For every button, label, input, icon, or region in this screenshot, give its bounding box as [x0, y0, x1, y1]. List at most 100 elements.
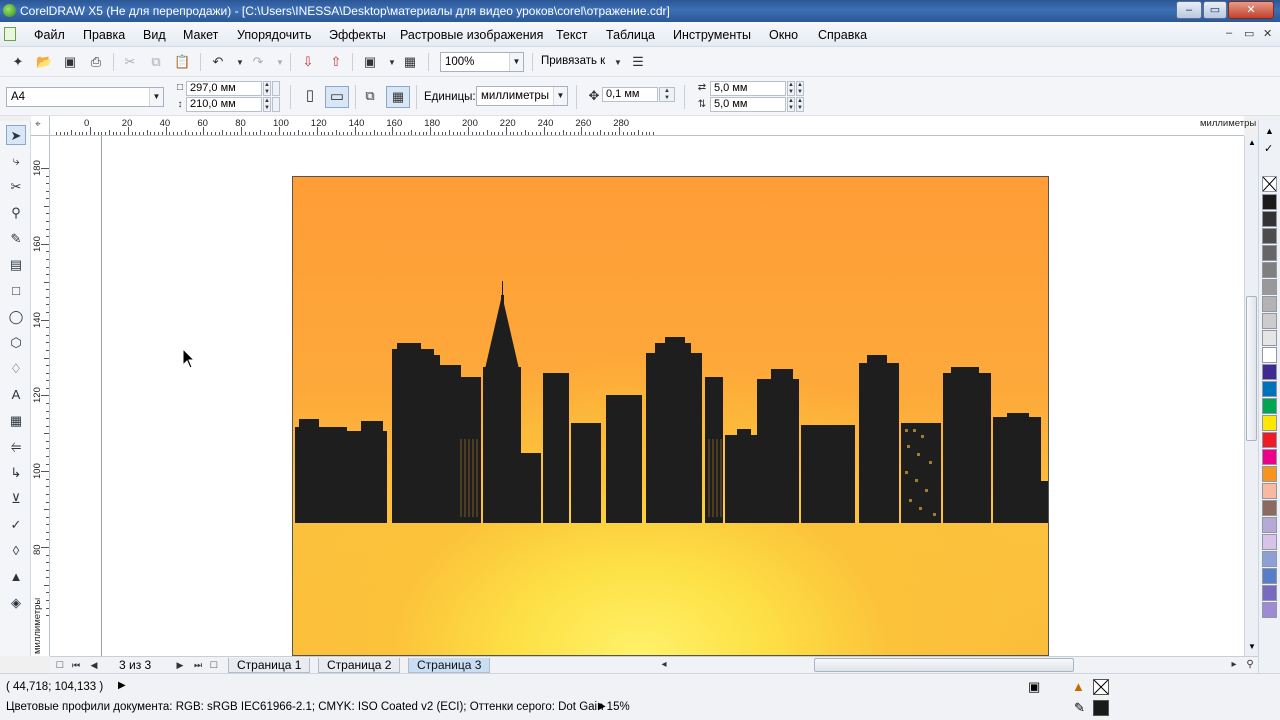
color-swatch[interactable]	[1262, 211, 1277, 227]
nudge-distance-spinner[interactable]: ▲ ▼	[659, 87, 675, 102]
snap-dropdown-icon[interactable]: ▼	[610, 55, 626, 71]
duplicate-x-spinner-2[interactable]: ▲ ▼	[796, 81, 804, 96]
snap-status-icon[interactable]: ▣	[1028, 679, 1040, 695]
undo-icon[interactable]: ↶	[210, 54, 226, 70]
menu-layout[interactable]: Макет	[183, 28, 218, 42]
color-swatch[interactable]	[1262, 500, 1277, 516]
color-profiles-expand-icon[interactable]: ▶	[598, 701, 606, 712]
menu-view[interactable]: Вид	[143, 28, 166, 42]
scroll-up-icon[interactable]: ▲	[1248, 138, 1256, 147]
connector-tool-icon[interactable]: ↳	[6, 463, 26, 483]
page-height-lock[interactable]	[272, 97, 280, 112]
color-swatch[interactable]	[1262, 262, 1277, 278]
palette-eyedropper-icon[interactable]: ✓	[1264, 142, 1273, 155]
doc-restore-button[interactable]: ▭	[1244, 27, 1254, 40]
duplicate-y-spinner[interactable]: ▲ ▼	[787, 97, 795, 112]
color-swatch[interactable]	[1262, 466, 1277, 482]
launcher-dropdown-icon[interactable]: ▼	[384, 55, 400, 71]
color-swatch[interactable]	[1262, 568, 1277, 584]
menu-tools[interactable]: Инструменты	[673, 28, 751, 42]
page-tab-3[interactable]: Страница 3	[408, 658, 491, 673]
page-tab-1[interactable]: Страница 1	[228, 658, 311, 673]
fill-status-icon[interactable]: ▲	[1072, 679, 1085, 694]
add-page-before-icon[interactable]: □	[52, 657, 68, 673]
page-tab-2[interactable]: Страница 2	[318, 658, 401, 673]
page-width-input[interactable]: 297,0 мм	[186, 81, 262, 96]
text-tool-icon[interactable]: A	[6, 385, 26, 405]
welcome-screen-icon[interactable]: ▦	[402, 54, 418, 70]
color-swatch[interactable]	[1262, 330, 1277, 346]
color-swatch[interactable]	[1262, 228, 1277, 244]
open-icon[interactable]: 📂	[36, 54, 52, 70]
minimize-button[interactable]: –	[1176, 1, 1202, 19]
page-width-lock[interactable]	[272, 81, 280, 96]
menu-arrange[interactable]: Упорядочить	[237, 28, 311, 42]
all-pages-icon[interactable]: ⧉	[362, 88, 378, 104]
skyline-silhouette[interactable]	[293, 177, 1049, 656]
color-swatch[interactable]	[1262, 517, 1277, 533]
interactive-fill-tool-icon[interactable]: ◈	[6, 593, 26, 613]
shape-tool-icon[interactable]: ⤷	[6, 151, 26, 171]
navigator-icon[interactable]: ⚲	[1242, 657, 1258, 673]
import-icon[interactable]: ⇩	[300, 54, 316, 70]
menu-help[interactable]: Справка	[818, 28, 867, 42]
coordinates-expand-icon[interactable]: ▶	[118, 680, 126, 691]
color-swatch[interactable]	[1262, 602, 1277, 618]
palette-scroll-up-icon[interactable]: ▲	[1265, 126, 1274, 136]
horizontal-scroll-thumb[interactable]	[814, 658, 1074, 672]
color-swatch[interactable]	[1262, 415, 1277, 431]
cut-icon[interactable]: ✂	[122, 54, 138, 70]
color-swatch[interactable]	[1262, 483, 1277, 499]
polygon-tool-icon[interactable]: ⬡	[6, 333, 26, 353]
blend-tool-icon[interactable]: ⊻	[6, 489, 26, 509]
menu-table[interactable]: Таблица	[606, 28, 655, 42]
ellipse-tool-icon[interactable]: ◯	[6, 307, 26, 327]
outline-color-swatch[interactable]	[1093, 700, 1109, 716]
duplicate-distance-x-input[interactable]: 5,0 мм	[710, 81, 786, 96]
color-swatch[interactable]	[1262, 296, 1277, 312]
copy-icon[interactable]: ⧉	[148, 54, 164, 70]
freehand-tool-icon[interactable]: ✎	[6, 229, 26, 249]
new-document-icon[interactable]: ✦	[10, 54, 26, 70]
horizontal-ruler[interactable]: 0 20 40 60 80 100 120 140 160 180 200 220 240 260 280 …	[50, 116, 1256, 136]
vertical-scrollbar[interactable]: ▲ ▼	[1244, 136, 1258, 656]
vertical-ruler[interactable]: 180 160 140 120 100 80 миллиметры	[31, 136, 50, 656]
color-swatch[interactable]	[1262, 551, 1277, 567]
menu-text[interactable]: Текст	[556, 28, 587, 42]
duplicate-y-spinner-2[interactable]: ▲ ▼	[796, 97, 804, 112]
doc-minimize-button[interactable]: –	[1226, 27, 1232, 39]
scroll-right-icon[interactable]: ▸	[1226, 657, 1242, 673]
color-swatch[interactable]	[1262, 245, 1277, 261]
export-icon[interactable]: ⇧	[328, 54, 344, 70]
first-page-icon[interactable]: ⏮	[68, 657, 84, 673]
color-swatch[interactable]	[1262, 347, 1277, 363]
zoom-level-select[interactable]: 100% ▼	[440, 52, 524, 72]
undo-dropdown-icon[interactable]: ▼	[232, 55, 248, 71]
current-page-icon[interactable]: ▦	[386, 86, 410, 108]
pick-tool-icon[interactable]: ➤	[6, 125, 26, 145]
page-size-select[interactable]: A4 ▼	[6, 87, 164, 107]
table-tool-icon[interactable]: ▦	[6, 411, 26, 431]
maximize-button[interactable]: ▭	[1203, 1, 1227, 19]
color-swatch[interactable]	[1262, 585, 1277, 601]
last-page-icon[interactable]: ⏭	[190, 657, 206, 673]
color-swatch[interactable]	[1262, 398, 1277, 414]
rectangle-tool-icon[interactable]: □	[6, 281, 26, 301]
paste-icon[interactable]: 📋	[174, 54, 190, 70]
menu-file[interactable]: Файл	[34, 28, 65, 42]
color-swatch[interactable]	[1262, 534, 1277, 550]
fill-none-swatch[interactable]	[1093, 679, 1109, 695]
page-width-spinner[interactable]: ▲ ▼	[263, 81, 271, 96]
nudge-distance-input[interactable]: 0,1 мм	[602, 87, 658, 102]
outline-pen-tool-icon[interactable]: ◊	[6, 541, 26, 561]
color-swatch[interactable]	[1262, 313, 1277, 329]
page-height-spinner[interactable]: ▲ ▼	[263, 97, 271, 112]
landscape-orientation-icon[interactable]: ▭	[325, 86, 349, 108]
color-swatch[interactable]	[1262, 279, 1277, 295]
menu-edit[interactable]: Правка	[83, 28, 125, 42]
snap-to-button[interactable]: Привязать к	[541, 55, 605, 67]
save-icon[interactable]: ▣	[62, 54, 78, 70]
duplicate-distance-y-input[interactable]: 5,0 мм	[710, 97, 786, 112]
previous-page-icon[interactable]: ◀	[86, 657, 102, 673]
smart-fill-tool-icon[interactable]: ▤	[6, 255, 26, 275]
